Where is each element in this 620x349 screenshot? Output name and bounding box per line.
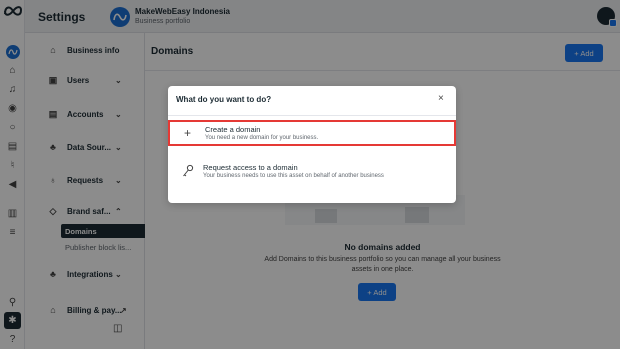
option-description: Your business needs to use this asset on… [203,173,384,179]
create-domain-option[interactable]: + Create a domain You need a new domain … [168,120,456,146]
option-label: Request access to a domain [203,163,298,172]
option-label: Create a domain [205,125,261,134]
option-description: You need a new domain for your business. [205,135,319,141]
plus-icon: + [184,126,192,140]
close-icon[interactable]: × [438,93,444,104]
add-domain-dialog: What do you want to do? × + Create a dom… [168,86,456,203]
divider [168,115,456,116]
request-access-option[interactable]: Request access to a domain Your business… [168,160,456,186]
key-icon [182,164,194,181]
dialog-title: What do you want to do? [176,95,272,104]
